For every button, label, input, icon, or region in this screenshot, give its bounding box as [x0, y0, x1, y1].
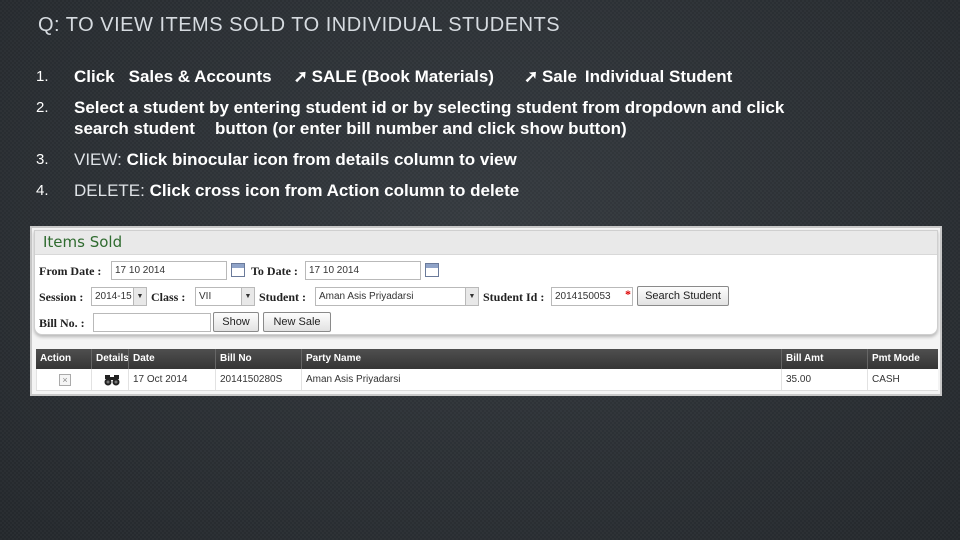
date-row: From Date : 17 10 2014 To Date : 17 10 2…: [39, 261, 939, 281]
student-id-label: Student Id :: [483, 290, 545, 304]
calendar-icon[interactable]: [425, 263, 439, 277]
from-date-label: From Date :: [39, 264, 102, 278]
required-mark: *: [625, 287, 631, 301]
student-id-input[interactable]: 2014150053: [551, 287, 633, 306]
step-text: Individual Student: [584, 67, 733, 86]
student-row: Session : 2014-15 ▼ Class : VII ▼ Studen…: [39, 286, 939, 307]
step-3: 3. VIEW: Click binocular icon from detai…: [36, 149, 517, 170]
student-select[interactable]: Aman Asis Priyadarsi ▼: [315, 287, 479, 306]
new-sale-button[interactable]: New Sale: [263, 312, 331, 332]
binocular-icon[interactable]: [104, 374, 120, 386]
screenshot-panel: Items Sold From Date : 17 10 2014 To Dat…: [30, 226, 942, 396]
chevron-down-icon: ▼: [133, 288, 146, 305]
chevron-down-icon: ▼: [465, 288, 478, 305]
column-header-details[interactable]: Details: [91, 349, 128, 369]
step-label: VIEW:: [74, 150, 122, 169]
step-number: 3.: [36, 151, 49, 168]
chevron-down-icon: ▼: [241, 288, 254, 305]
bill-row: Bill No. : Show New Sale: [39, 312, 939, 333]
slide-title: Q: TO VIEW ITEMS SOLD TO INDIVIDUAL STUD…: [38, 14, 561, 36]
table-row: × 17 Oct 2014 2014150280S Aman Asis Priy…: [36, 369, 938, 391]
step-text: Click cross icon from Action column to d…: [149, 181, 520, 200]
calendar-icon[interactable]: [231, 263, 245, 277]
step-2: 2. Select a student by entering student …: [36, 97, 784, 139]
column-header-bill-no[interactable]: Bill No: [215, 349, 301, 369]
bill-no-input[interactable]: [93, 313, 211, 332]
bill-no-cell: 2014150280S: [215, 369, 301, 390]
details-cell: [91, 369, 128, 390]
step-text: button (or enter bill number and click s…: [214, 119, 627, 138]
arrow-icon: ➚: [523, 67, 539, 86]
action-cell: ×: [36, 369, 91, 390]
step-text: Click: [74, 67, 115, 86]
step-text: Click binocular icon from details column…: [126, 150, 517, 169]
column-header-pmt-mode[interactable]: Pmt Mode: [867, 349, 938, 369]
to-date-input[interactable]: 17 10 2014: [305, 261, 421, 280]
items-sold-form: Items Sold From Date : 17 10 2014 To Dat…: [34, 230, 938, 335]
date-cell: 17 Oct 2014: [128, 369, 215, 390]
column-header-action[interactable]: Action: [36, 349, 91, 369]
step-4: 4. DELETE: Click cross icon from Action …: [36, 180, 519, 201]
arrow-icon: ➚: [293, 67, 308, 86]
grid-header: Action Details Date Bill No Party Name B…: [36, 349, 938, 369]
party-name-cell: Aman Asis Priyadarsi: [301, 369, 781, 390]
session-value: 2014-15: [95, 291, 132, 302]
class-value: VII: [199, 291, 212, 302]
to-date-label: To Date :: [251, 264, 298, 278]
class-label: Class :: [151, 290, 186, 304]
cross-icon[interactable]: ×: [59, 374, 71, 386]
column-header-bill-amt[interactable]: Bill Amt: [781, 349, 867, 369]
step-1: 1. Click Sales & Accounts ➚ SALE (Book Mate…: [36, 66, 732, 87]
from-date-input[interactable]: 17 10 2014: [111, 261, 227, 280]
session-select[interactable]: 2014-15 ▼: [91, 287, 147, 306]
step-text: Sale: [541, 67, 577, 86]
column-header-party-name[interactable]: Party Name: [301, 349, 781, 369]
bill-no-label: Bill No. :: [39, 316, 85, 330]
items-grid: Action Details Date Bill No Party Name B…: [36, 349, 938, 391]
bill-amt-cell: 35.00: [781, 369, 867, 390]
session-label: Session :: [39, 290, 84, 304]
step-text: SALE (Book Materials): [311, 67, 494, 86]
show-button[interactable]: Show: [213, 312, 259, 332]
step-number: 1.: [36, 68, 49, 85]
form-header: Items Sold: [35, 231, 937, 255]
step-number: 2.: [36, 99, 49, 116]
step-text: search student: [74, 119, 195, 138]
step-label: DELETE:: [74, 181, 145, 200]
form-title: Items Sold: [43, 233, 123, 251]
pmt-mode-cell: CASH: [867, 369, 938, 390]
student-value: Aman Asis Priyadarsi: [319, 291, 414, 302]
class-select[interactable]: VII ▼: [195, 287, 255, 306]
search-student-button[interactable]: Search Student: [637, 286, 729, 306]
step-number: 4.: [36, 182, 49, 199]
step-text: Select a student by entering student id …: [74, 98, 785, 117]
step-text: Sales & Accounts: [128, 67, 272, 86]
column-header-date[interactable]: Date: [128, 349, 215, 369]
student-label: Student :: [259, 290, 307, 304]
